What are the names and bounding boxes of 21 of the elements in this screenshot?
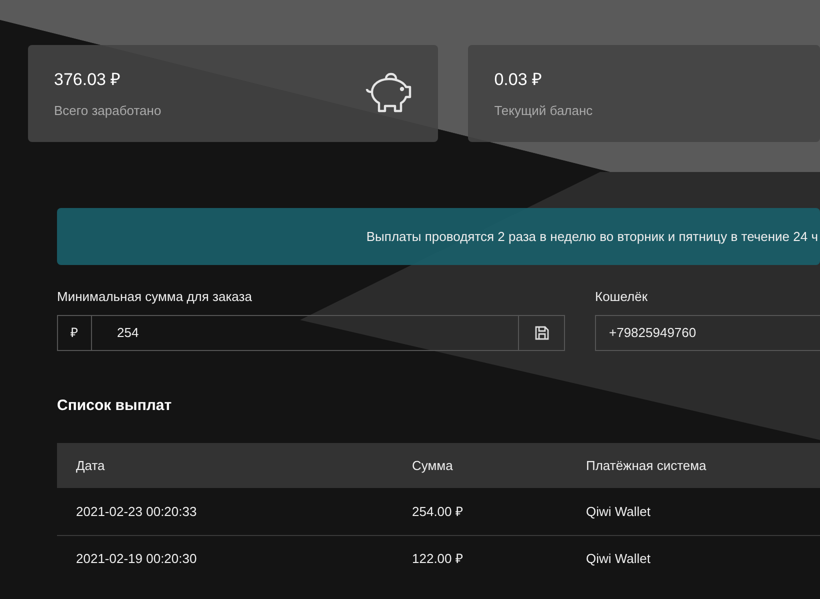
- stat-amount: 376.03 ₽: [54, 69, 122, 91]
- stat-label: Всего заработано: [54, 102, 162, 120]
- stat-label: Текущий баланс: [494, 102, 593, 120]
- table-cell-text: 254.00 ₽: [411, 502, 464, 521]
- table-cell-text: 122.00 ₽: [411, 550, 464, 568]
- currency-prefix: ₽: [58, 316, 92, 350]
- field-label: Кошелёк: [595, 288, 649, 306]
- table-cell-text: 2021-02-19 00:20:30: [75, 550, 198, 568]
- wallet-input[interactable]: +79825949760: [595, 314, 820, 350]
- column-header: Сумма: [411, 456, 454, 475]
- section-title: Список выплат: [57, 396, 173, 416]
- column-header: Платёжная система: [585, 456, 706, 475]
- stat-amount: 0.03 ₽: [494, 69, 544, 91]
- notice-text: Выплаты проводятся 2 раза в неделю во вторник и пятницу в течение 24 ч: [366, 228, 818, 246]
- table-cell-text: Qiwi Wallet: [585, 550, 651, 568]
- amount-value: 254: [116, 324, 140, 342]
- amount-input-group[interactable]: ₽ 254: [57, 314, 565, 350]
- field-label: Минимальная сумма для заказа: [57, 288, 253, 306]
- table-cell-text: Qiwi Wallet: [585, 502, 651, 521]
- column-header: Дата: [75, 456, 106, 475]
- table-cell-text: 2021-02-23 00:20:33: [75, 502, 198, 521]
